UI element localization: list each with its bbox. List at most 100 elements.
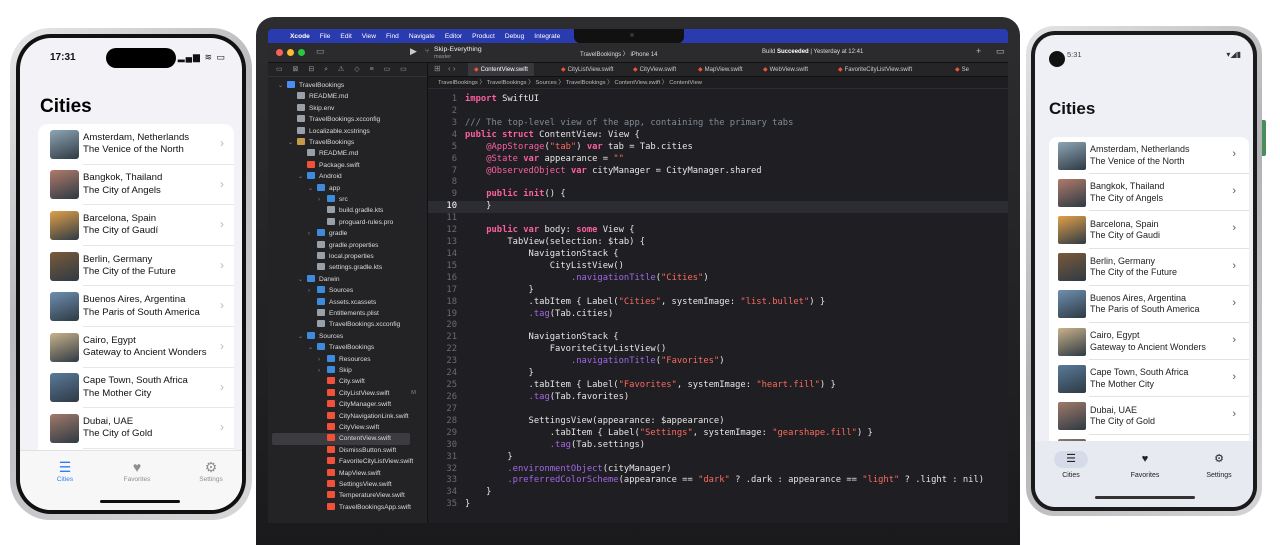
city-row[interactable]: Bangkok, Thailand The City of Angels ›	[38, 165, 234, 206]
menu-item[interactable]: Integrate	[534, 33, 560, 40]
android-tab-favorites[interactable]: ♥ Favorites	[1115, 451, 1175, 479]
city-row[interactable]: Amsterdam, Netherlands The Venice of the …	[38, 124, 234, 165]
navigator-item[interactable]: › gradle	[268, 228, 427, 239]
city-row[interactable]: Barcelona, Spain The City of Gaudi ›	[1049, 211, 1249, 249]
navigator-item[interactable]: ⌄ TravelBookings	[268, 80, 427, 91]
grid-icon[interactable]: ⊞	[434, 64, 441, 73]
navigator-item[interactable]: City.swift	[268, 376, 427, 387]
editor-tab[interactable]: ◆ CityListView.swift	[561, 63, 614, 76]
ios-tab-favorites[interactable]: ♥ Favorites	[107, 459, 167, 483]
editor-tab[interactable]: ◆ WebView.swift	[763, 63, 808, 76]
navigator-item[interactable]: settings.gradle.kts	[268, 262, 427, 273]
navigator-item[interactable]: TemperatureView.swift	[268, 490, 427, 501]
navigator-item[interactable]: CityNavigationLink.swift	[268, 411, 427, 422]
ios-tab-settings[interactable]: ⚙ Settings	[181, 459, 241, 483]
navigator-item[interactable]: TravelBookings.xcconfig	[268, 319, 427, 330]
zoom-window-button[interactable]	[298, 49, 305, 56]
navigator-selector-icons[interactable]: ▭ ⊠ ⊟ ⌕ ⚠ ◇ ≡ ▭ ▭	[268, 63, 427, 77]
navigator-item[interactable]: proguard-rules.pro	[268, 217, 427, 228]
back-forward-icon[interactable]: ‹ ›	[448, 64, 456, 73]
menu-item[interactable]: Navigate	[409, 33, 435, 40]
project-title[interactable]: Skip-Everything master	[434, 46, 482, 61]
run-icon[interactable]: ▶	[410, 46, 417, 57]
navigator-item[interactable]: DismissButton.swift	[268, 445, 427, 456]
city-row[interactable]: Buenos Aires, Argentina The Paris of Sout…	[1049, 286, 1249, 323]
sidebar-toggle-icon[interactable]: ▭	[316, 46, 325, 57]
gesture-bar[interactable]	[1095, 496, 1195, 499]
navigator-item[interactable]: › Resources	[268, 354, 427, 365]
android-tab-settings[interactable]: ⚙ Settings	[1189, 451, 1249, 479]
menu-item[interactable]: View	[362, 33, 376, 40]
navigator-item[interactable]: › Sources	[268, 285, 427, 296]
navigator-item[interactable]: build.gradle.kts	[268, 205, 427, 216]
minimize-window-button[interactable]	[287, 49, 294, 56]
navigator-item[interactable]: Entitlements.plist	[268, 308, 427, 319]
ios-tab-cities[interactable]: ☰ Cities	[35, 459, 95, 483]
close-window-button[interactable]	[276, 49, 283, 56]
scheme-selector[interactable]: TravelBookings 〉 iPhone 14	[580, 49, 658, 58]
navigator-item[interactable]: ⌄ TravelBookings	[268, 137, 427, 148]
android-tab-bar: ☰ Cities ♥ Favorites ⚙ Settings	[1035, 441, 1253, 507]
navigator-item[interactable]: Skip.env	[268, 103, 427, 114]
navigator-item[interactable]: TravelBookingsApp.swift	[268, 502, 427, 513]
navigator-item[interactable]: TravelBookings.xcconfig	[268, 114, 427, 125]
menu-item[interactable]: Product	[472, 33, 495, 40]
city-row[interactable]: Dubai, UAE The City of Gold ›	[1049, 397, 1249, 435]
navigator-item[interactable]: › src	[268, 194, 427, 205]
menu-item[interactable]: Editor	[445, 33, 462, 40]
navigator-item[interactable]: ⌄ Darwin	[268, 274, 427, 285]
menu-item[interactable]: File	[320, 33, 331, 40]
navigator-item[interactable]: README.md	[268, 148, 427, 159]
editor-tab[interactable]: ◆ MapView.swift	[698, 63, 743, 76]
city-row[interactable]: Berlin, Germany The City of the Future ›	[38, 246, 234, 287]
city-row[interactable]: Buenos Aires, Argentina The Paris of Sout…	[38, 286, 234, 327]
city-row[interactable]: Cape Town, South Africa The Mother City ›	[1049, 360, 1249, 398]
navigator-item[interactable]: ContentView.swift	[272, 433, 410, 445]
add-icon[interactable]: +	[976, 46, 981, 56]
editor-tab[interactable]: ◆ Se	[955, 63, 969, 76]
navigator-item[interactable]: MapView.swift	[268, 468, 427, 479]
inspector-toggle-icon[interactable]: ▭	[996, 46, 1005, 57]
navigator-item[interactable]: local.properties	[268, 251, 427, 262]
city-thumbnail	[1058, 364, 1086, 393]
editor-tab[interactable]: ◆ CityView.swift	[633, 63, 676, 76]
menu-item[interactable]: Find	[386, 33, 399, 40]
city-row[interactable]: Bangkok, Thailand The City of Angels ›	[1049, 174, 1249, 212]
city-row[interactable]: Barcelona, Spain The City of Gaudí ›	[38, 205, 234, 246]
menu-item[interactable]: Xcode	[290, 33, 310, 40]
android-tab-cities[interactable]: ☰ Cities	[1041, 451, 1101, 479]
menu-item[interactable]: Edit	[340, 33, 351, 40]
navigator-item[interactable]: ⌄ app	[268, 183, 427, 194]
code-editor[interactable]: 1 import SwiftUI 2 3 /// The top-level view …	[428, 89, 1008, 523]
editor-tab[interactable]: ◆ FavoriteCityListView.swift	[838, 63, 912, 76]
navigator-item[interactable]: CityView.swift	[268, 422, 427, 433]
navigator-item[interactable]: gradle.properties	[268, 240, 427, 251]
home-indicator[interactable]	[100, 500, 180, 503]
navigator-item[interactable]: › Skip	[268, 365, 427, 376]
city-row[interactable]: Cairo, Egypt Gateway to Ancient Wonders ›	[1049, 323, 1249, 361]
navigator-item[interactable]: ⌄ Android	[268, 171, 427, 182]
city-name: Bangkok, Thailand	[1090, 181, 1165, 192]
jump-bar[interactable]: TravelBookings 〉 TravelBookings 〉 Source…	[428, 77, 1008, 89]
navigator-item[interactable]: Package.swift	[268, 160, 427, 171]
navigator-item[interactable]: SettingsView.swift	[268, 479, 427, 490]
navigator-item[interactable]: README.md	[268, 91, 427, 102]
navigator-item[interactable]: Assets.xcassets	[268, 297, 427, 308]
navigator-item[interactable]: FavoriteCityListView.swift	[268, 456, 427, 467]
city-row[interactable]: Amsterdam, Netherlands The Venice of the …	[1049, 137, 1249, 175]
code-line: 4 public struct ContentView: View {	[428, 130, 1008, 142]
code-text: }	[465, 201, 492, 212]
city-row[interactable]: Berlin, Germany The City of the Future ›	[1049, 249, 1249, 286]
city-row[interactable]: Cairo, Egypt Gateway to Ancient Wonders ›	[38, 327, 234, 368]
city-row[interactable]: Cape Town, South Africa The Mother City ›	[38, 368, 234, 409]
navigator-item[interactable]: ⌄ Sources	[268, 331, 427, 342]
city-row[interactable]: Dubai, UAE The City of Gold ›	[38, 408, 234, 449]
menu-item[interactable]: Debug	[505, 33, 524, 40]
navigator-item[interactable]: CityListView.swift M	[268, 388, 427, 399]
navigator-item[interactable]: Localizable.xcstrings	[268, 126, 427, 137]
editor-tab[interactable]: ◆ ContentView.swift	[468, 63, 534, 76]
navigator-item[interactable]: CityManager.swift	[268, 399, 427, 410]
navigator-item[interactable]: ⌄ TravelBookings	[268, 342, 427, 353]
city-text: Amsterdam, Netherlands The Venice of the …	[1090, 144, 1190, 167]
code-line: 27	[428, 404, 1008, 416]
